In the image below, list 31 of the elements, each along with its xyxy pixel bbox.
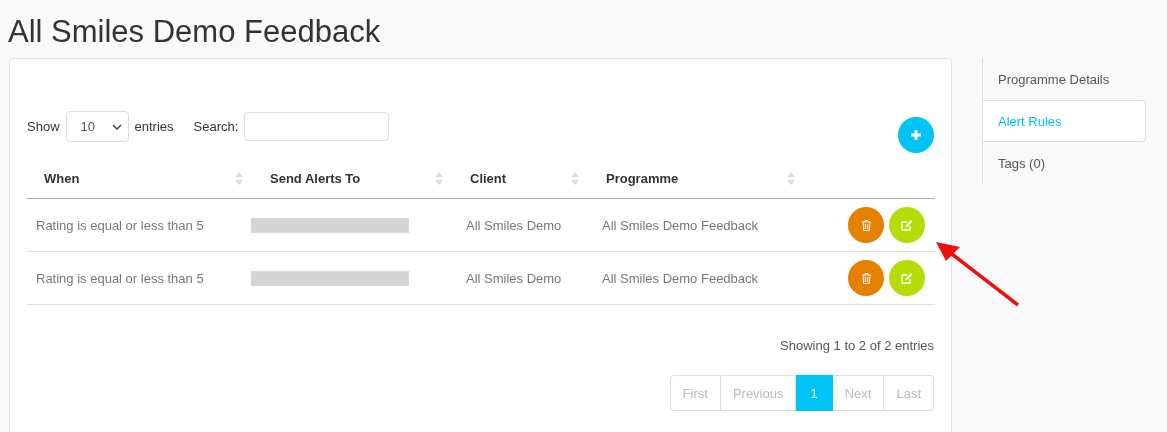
table-cell: All Smiles Demo Feedback [589, 251, 805, 305]
table-cell: All Smiles Demo [453, 198, 589, 252]
search-label: Search: [193, 119, 239, 134]
entries-info: Showing 1 to 2 of 2 entries [779, 338, 934, 353]
trash-icon [861, 219, 871, 231]
column-header[interactable]: Programme [589, 159, 805, 199]
sidebar-tab[interactable]: Tags (0) [982, 142, 1146, 184]
edit-icon [901, 272, 913, 284]
column-header[interactable]: When [27, 159, 253, 199]
sort-icon [787, 172, 795, 185]
sort-icon [435, 172, 443, 185]
column-header[interactable]: Send Alerts To [253, 159, 453, 199]
add-button[interactable] [898, 117, 934, 153]
edit-icon [901, 219, 913, 231]
table-cell: All Smiles Demo Feedback [589, 198, 805, 252]
delete-button[interactable] [848, 207, 884, 243]
chevron-down-icon [111, 123, 122, 130]
trash-icon [861, 272, 871, 284]
page-title: All Smiles Demo Feedback [7, 13, 382, 51]
sort-icon [571, 172, 579, 185]
entries-select[interactable]: 10 [65, 111, 129, 142]
sort-icon [235, 172, 243, 185]
delete-button[interactable] [848, 260, 884, 296]
search-field[interactable] [244, 112, 390, 141]
show-label: Show [27, 119, 60, 134]
entries-label: entries [134, 119, 174, 134]
edit-button[interactable] [889, 207, 925, 243]
table-cell: All Smiles Demo [453, 251, 589, 305]
edit-button[interactable] [889, 260, 925, 296]
plus-icon [911, 130, 921, 140]
column-header[interactable]: Client [453, 159, 589, 199]
